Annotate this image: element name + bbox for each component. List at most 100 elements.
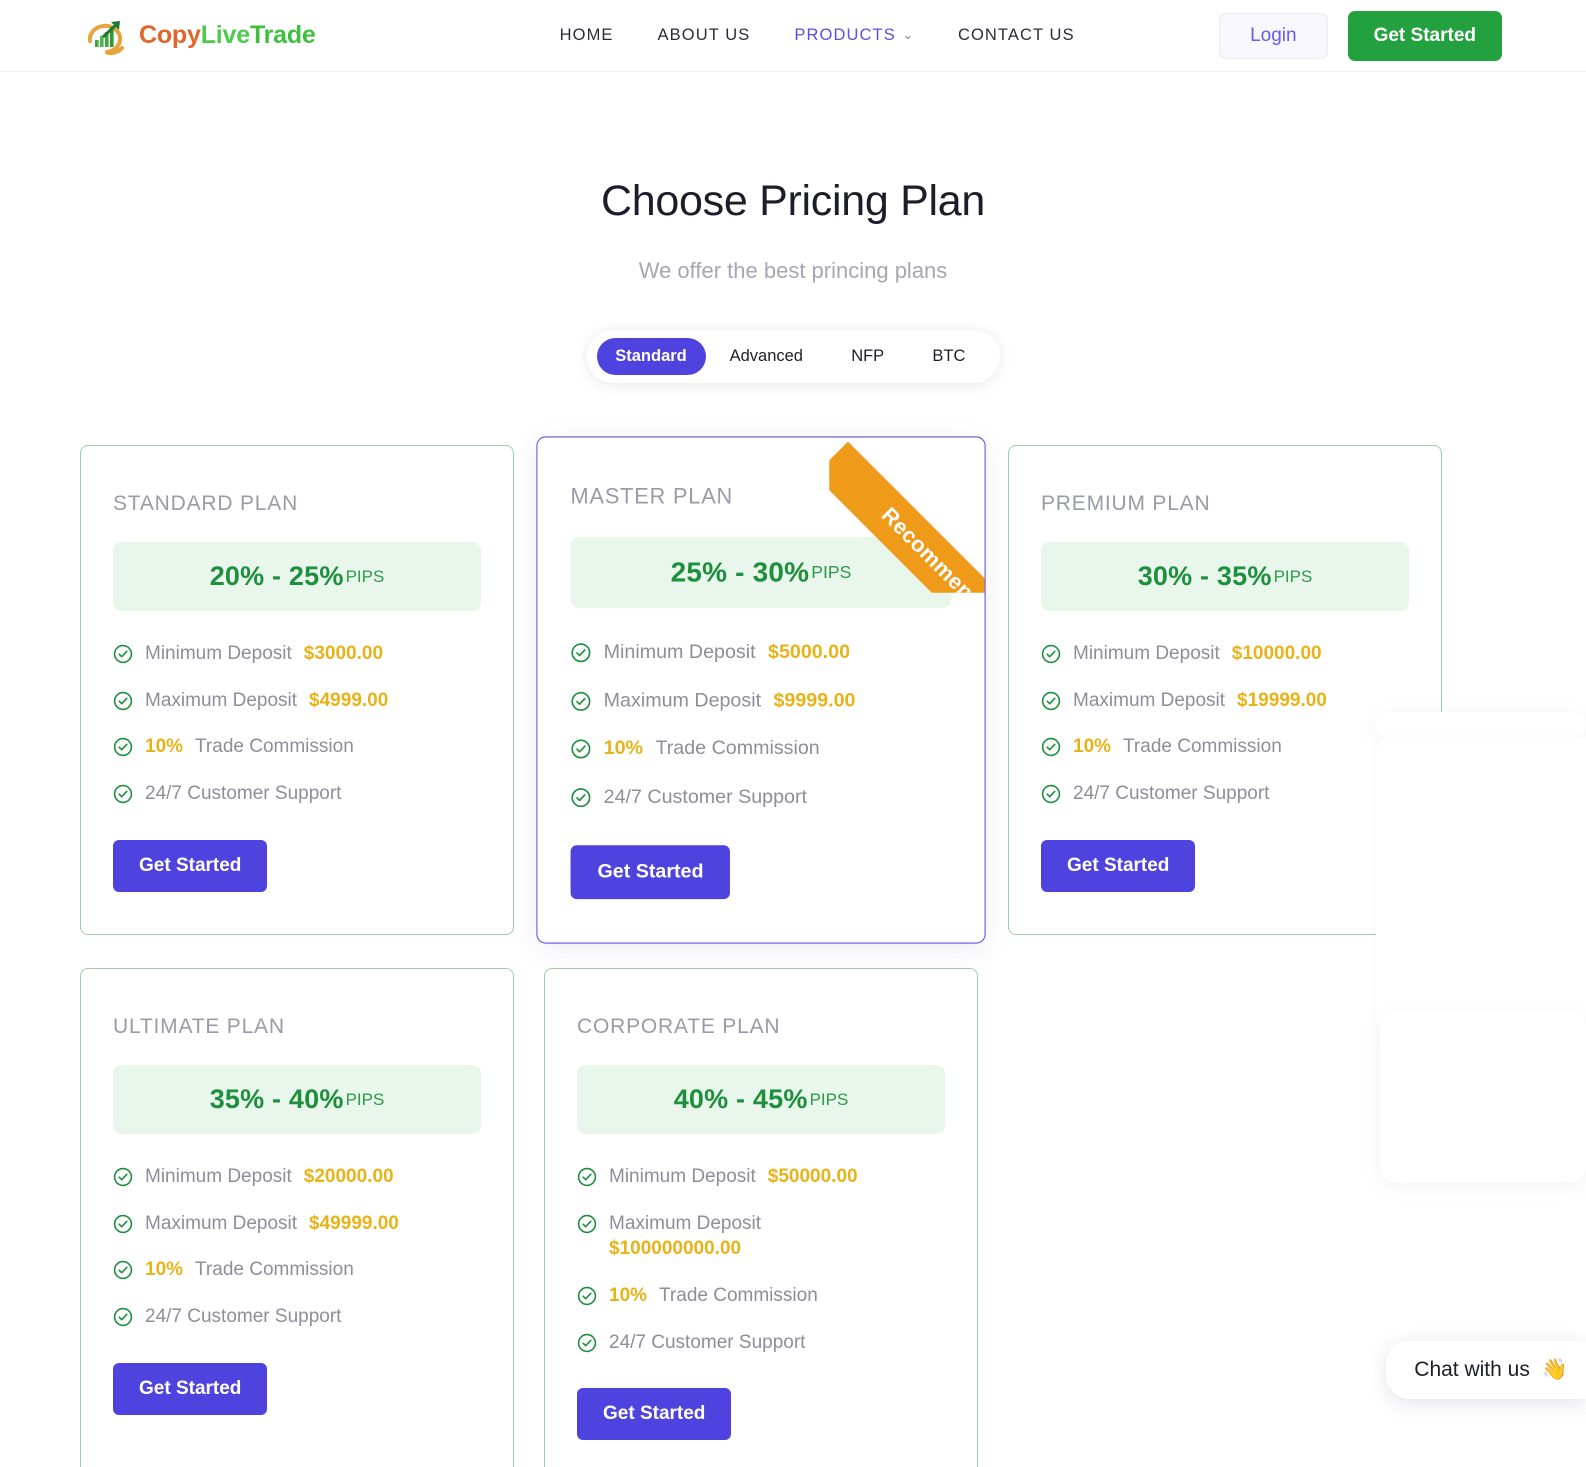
plan-title: PREMIUM PLAN	[1041, 492, 1211, 515]
feature-label: Minimum Deposit	[145, 643, 292, 664]
feature-value: $19999.00	[1237, 689, 1327, 711]
floating-panel-bottom	[1380, 1012, 1586, 1182]
plan-get-started-button[interactable]: Get Started	[1041, 839, 1196, 892]
check-circle-icon	[113, 691, 133, 710]
feature-label: Maximum Deposit	[145, 1212, 298, 1234]
floating-panel-middle	[1376, 737, 1586, 1037]
tab-nfp[interactable]: NFP	[827, 338, 908, 375]
login-button[interactable]: Login	[1219, 12, 1328, 59]
check-circle-icon	[577, 1214, 597, 1233]
feature-value: $10000.00	[1231, 643, 1322, 664]
feature-label: Maximum Deposit	[603, 689, 762, 712]
feature-label: Minimum Deposit	[145, 1166, 292, 1187]
chevron-down-icon: ⌄	[902, 28, 914, 42]
plan-pips-label: PIPS	[345, 566, 385, 586]
nav-item-products[interactable]: PRODUCTS ⌄	[772, 18, 936, 53]
feature-value: $4999.00	[309, 689, 389, 711]
feature-maximum-deposit: Maximum Deposit $19999.00	[1041, 688, 1409, 714]
check-circle-icon	[577, 1286, 597, 1306]
feature-label: Minimum Deposit	[1073, 643, 1220, 664]
plan-features: Minimum Deposit $10000.00 Maximum Deposi…	[1041, 641, 1409, 807]
waving-hand-icon: 👋	[1541, 1358, 1568, 1381]
check-circle-icon	[1041, 691, 1061, 710]
nav-item-about-us[interactable]: ABOUT US	[636, 18, 773, 53]
feature-trade-commission: 10% Trade Commission	[113, 1257, 481, 1283]
plan-get-started-button[interactable]: Get Started	[113, 839, 268, 892]
nav-label-home: HOME	[559, 26, 614, 44]
check-circle-icon	[113, 1167, 133, 1187]
check-circle-icon	[113, 1307, 133, 1327]
brand-logo[interactable]: CopyLiveTrade	[84, 15, 316, 57]
feature-label: Trade Commission	[1123, 736, 1282, 758]
feature-support: 24/7 Customer Support	[113, 1304, 481, 1330]
feature-label: Trade Commission	[195, 736, 354, 758]
feature-trade-commission: 10% Trade Commission	[113, 734, 481, 760]
feature-support: 24/7 Customer Support	[1041, 781, 1409, 807]
brand-name-trade: Trade	[249, 21, 316, 49]
feature-minimum-deposit: Minimum Deposit $50000.00	[577, 1164, 945, 1190]
feature-value: 10%	[145, 1259, 184, 1281]
feature-label: Trade Commission	[655, 737, 820, 760]
feature-minimum-deposit: Minimum Deposit $5000.00	[571, 639, 952, 666]
check-circle-icon	[571, 788, 591, 808]
plan-pips-box: 20% - 25% PIPS	[113, 542, 481, 611]
chat-widget-button[interactable]: Chat with us 👋	[1386, 1341, 1586, 1399]
tab-btc[interactable]: BTC	[908, 338, 989, 375]
floating-panel-top	[1376, 712, 1586, 738]
feature-value: $9999.00	[773, 689, 856, 712]
plan-pips-range: 35% - 40%	[209, 1084, 344, 1114]
plan-get-started-button[interactable]: Get Started	[113, 1362, 268, 1415]
feature-label: Maximum Deposit	[145, 689, 298, 711]
site-header: CopyLiveTrade HOME ABOUT US PRODUCTS ⌄ CO…	[0, 0, 1586, 72]
plan-pips-range: 30% - 35%	[1137, 561, 1272, 591]
feature-value: $5000.00	[768, 641, 851, 664]
plan-features: Minimum Deposit $20000.00 Maximum Deposi…	[113, 1164, 481, 1330]
plan-pips-range: 40% - 45%	[673, 1084, 808, 1114]
feature-trade-commission: 10% Trade Commission	[571, 736, 952, 763]
check-circle-icon	[577, 1167, 597, 1187]
feature-label: Minimum Deposit	[603, 641, 756, 664]
feature-label: Minimum Deposit	[609, 1166, 756, 1187]
plan-pips-range: 25% - 30%	[670, 556, 810, 588]
header-get-started-button[interactable]: Get Started	[1347, 10, 1502, 61]
plan-title: MASTER PLAN	[570, 485, 734, 509]
feature-trade-commission: 10% Trade Commission	[1041, 734, 1409, 760]
plan-pips-box: 30% - 35% PIPS	[1041, 542, 1409, 611]
hero-section: Choose Pricing Plan We offer the best pr…	[0, 72, 1586, 383]
plan-pips-box: 35% - 40% PIPS	[113, 1065, 481, 1134]
nav-label-contact-us: CONTACT US	[957, 26, 1075, 44]
tab-standard[interactable]: Standard	[596, 338, 706, 375]
tab-advanced[interactable]: Advanced	[706, 338, 828, 375]
check-circle-icon	[577, 1333, 597, 1352]
plan-title: ULTIMATE PLAN	[113, 1015, 285, 1038]
feature-value: $49999.00	[309, 1212, 399, 1234]
feature-minimum-deposit: Minimum Deposit $20000.00	[113, 1164, 481, 1190]
pricing-card-standard: STANDARD PLAN 20% - 25% PIPS Minimum Dep…	[80, 445, 514, 935]
plan-features: Minimum Deposit $3000.00 Maximum Deposit…	[113, 641, 481, 807]
pricing-plans-grid: STANDARD PLAN 20% - 25% PIPS Minimum Dep…	[80, 436, 1506, 1467]
nav-item-contact-us[interactable]: CONTACT US	[936, 18, 1097, 53]
plan-get-started-button[interactable]: Get Started	[570, 844, 731, 899]
feature-label: Maximum Deposit	[609, 1212, 762, 1234]
check-circle-icon	[113, 784, 133, 804]
check-circle-icon	[571, 691, 591, 711]
feature-support: 24/7 Customer Support	[577, 1330, 945, 1356]
plan-get-started-button[interactable]: Get Started	[577, 1388, 732, 1441]
brand-name-live: Live	[200, 21, 250, 49]
plan-features: Minimum Deposit $5000.00 Maximum Deposit…	[571, 639, 952, 810]
check-circle-icon	[1041, 738, 1061, 757]
feature-trade-commission: 10% Trade Commission	[577, 1283, 945, 1309]
feature-label: 24/7 Customer Support	[603, 786, 808, 808]
header-actions: Login Get Started	[1219, 10, 1502, 61]
feature-label: Trade Commission	[195, 1259, 354, 1281]
plan-category-tabs: Standard Advanced NFP BTC	[586, 330, 1000, 383]
nav-item-home[interactable]: HOME	[538, 18, 636, 53]
feature-value: $20000.00	[303, 1166, 394, 1187]
feature-label: 24/7 Customer Support	[1073, 782, 1270, 804]
check-circle-icon	[1041, 644, 1061, 664]
brand-name-copy: Copy	[139, 21, 201, 49]
page-subtitle: We offer the best princing plans	[638, 258, 948, 283]
plan-pips-label: PIPS	[809, 1089, 849, 1109]
feature-support: 24/7 Customer Support	[113, 781, 481, 807]
feature-value: $100000000.00	[609, 1238, 742, 1260]
